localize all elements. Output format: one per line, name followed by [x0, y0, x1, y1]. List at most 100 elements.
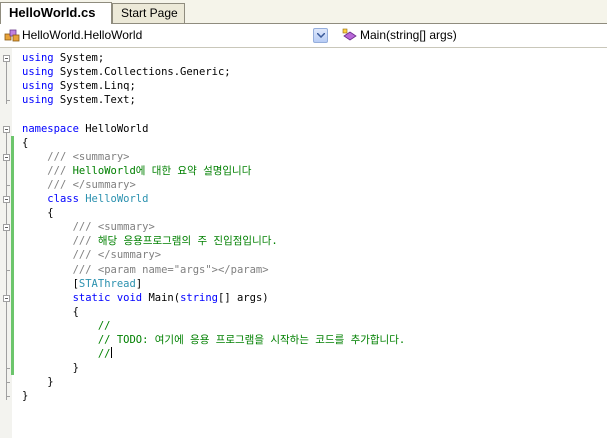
code-line[interactable]: using System.Collections.Generic;	[22, 65, 231, 79]
code-line[interactable]: /// <summary>	[22, 150, 130, 164]
code-line[interactable]: /// </summary>	[22, 248, 162, 262]
code-token: HelloWorld에 대한 요약 설명입니다	[66, 164, 252, 177]
code-token: //	[97, 348, 111, 361]
code-token: Main(	[142, 291, 181, 304]
code-token: ///	[72, 221, 92, 234]
code-token: //	[97, 319, 111, 332]
code-line[interactable]: /// HelloWorld에 대한 요약 설명입니다	[22, 164, 251, 178]
method-icon	[342, 28, 357, 41]
code-token: string	[180, 291, 219, 304]
code-token: {	[22, 136, 29, 149]
outline-guide	[6, 132, 7, 401]
type-selector-dropdown[interactable]: HelloWorld.HelloWorld	[2, 27, 327, 44]
code-token: [	[22, 277, 79, 290]
tab-helloworld-cs[interactable]: HelloWorld.cs	[0, 2, 112, 24]
code-token: ]	[135, 277, 143, 290]
class-icon	[4, 29, 20, 42]
member-selector-dropdown[interactable]: Main(string[] args)	[340, 27, 605, 44]
code-line[interactable]: namespace HelloWorld	[22, 122, 148, 136]
code-token: System.Collections.Generic;	[53, 66, 231, 79]
type-selector-value: HelloWorld.HelloWorld	[22, 28, 143, 42]
code-editor[interactable]: using System; using System.Collections.Ge…	[0, 48, 607, 438]
code-token: ///	[72, 263, 92, 276]
code-line[interactable]: /// <param name="args"></param>	[22, 263, 269, 277]
code-line[interactable]: /// 해당 응용프로그램의 주 진입점입니다.	[22, 234, 278, 248]
code-token: }	[22, 362, 79, 375]
code-token: using	[22, 52, 54, 64]
change-indicator	[11, 135, 14, 376]
code-line[interactable]: // TODO: 여기에 응용 프로그램을 시작하는 코드를 추가합니다.	[22, 333, 405, 347]
code-token: <summary>	[72, 150, 130, 163]
code-line[interactable]: }	[22, 375, 54, 389]
code-line[interactable]: //	[22, 319, 111, 333]
code-token: ///	[47, 178, 67, 191]
code-line[interactable]: /// </summary>	[22, 178, 136, 192]
outline-guide	[6, 62, 7, 105]
code-line[interactable]: {	[22, 206, 54, 220]
code-token: </summary>	[97, 249, 162, 262]
code-line[interactable]: }	[22, 361, 79, 375]
outline-end	[6, 184, 10, 186]
collapse-toggle-icon[interactable]	[3, 196, 10, 203]
collapse-toggle-icon[interactable]	[3, 125, 10, 133]
type-selector-dropdown-button[interactable]	[313, 28, 328, 43]
chevron-down-icon	[317, 33, 325, 38]
code-token: HelloWorld	[85, 193, 149, 205]
code-token: 해당 응용프로그램의 주 진입점입니다.	[91, 235, 278, 248]
outline-end	[6, 382, 10, 384]
code-token: }	[22, 390, 29, 403]
code-line[interactable]: using System.Text;	[22, 93, 136, 107]
collapse-toggle-icon[interactable]	[3, 55, 10, 62]
code-token: STAThread	[78, 277, 136, 290]
code-token: ///	[72, 249, 92, 262]
code-token: {	[22, 207, 54, 220]
text-caret	[110, 347, 112, 359]
code-token: class	[47, 193, 79, 205]
code-token: System.Text;	[53, 94, 136, 107]
code-token: // TODO: 여기에 응용 프로그램을 시작하는 코드를 추가합니다.	[97, 334, 406, 346]
outline-end	[6, 368, 10, 370]
collapse-toggle-icon[interactable]	[3, 224, 10, 232]
code-line[interactable]: static void Main(string[] args)	[22, 291, 269, 305]
code-line[interactable]: using System;	[22, 51, 104, 65]
code-line[interactable]: class HelloWorld	[22, 192, 148, 206]
code-line[interactable]: using System.Linq;	[22, 79, 136, 93]
code-line[interactable]: [STAThread]	[22, 277, 143, 291]
code-token: {	[22, 305, 79, 318]
navigation-bar: HelloWorld.HelloWorld Main(string[] args…	[0, 24, 607, 48]
member-selector-value: Main(string[] args)	[360, 28, 457, 42]
collapse-toggle-icon[interactable]	[3, 153, 10, 161]
code-token: <param name="args"></param>	[97, 263, 269, 276]
collapse-toggle-icon[interactable]	[3, 294, 10, 302]
code-token: System;	[53, 52, 105, 64]
code-line[interactable]: }	[22, 389, 28, 403]
code-token: <summary>	[97, 221, 155, 234]
document-tab-strip: HelloWorld.cs Start Page	[0, 0, 607, 24]
code-line[interactable]: /// <summary>	[22, 220, 155, 234]
code-token: }	[22, 376, 54, 389]
code-line[interactable]: {	[22, 136, 28, 150]
code-line[interactable]: {	[22, 305, 79, 319]
code-token: void	[116, 291, 143, 304]
code-token: HelloWorld	[78, 122, 149, 135]
code-token: using	[22, 66, 54, 79]
code-token: using	[22, 94, 54, 107]
code-token: ///	[47, 164, 67, 177]
code-token: using	[22, 80, 54, 93]
code-token: ///	[47, 150, 67, 163]
code-line[interactable]: //	[22, 347, 112, 361]
outline-end	[6, 269, 10, 271]
code-token: namespace	[22, 122, 79, 135]
tab-start-page[interactable]: Start Page	[112, 3, 185, 23]
